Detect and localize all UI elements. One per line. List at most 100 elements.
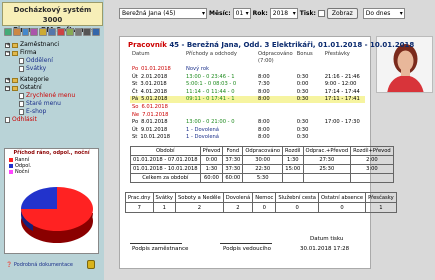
attendance-row[interactable]: Út 2.01.2018 13:00 - 0 23:46 - 1 8:00 0:30 21… [130, 73, 365, 81]
document-icon [19, 66, 24, 72]
navigation-tree: + Zaměstnanci − Firma Oddělení Svátky + Kategor… [5, 41, 101, 124]
cell-bonus: 0:00 [295, 80, 323, 88]
cell-date: St 10.01.2018 [130, 134, 184, 142]
attendance-row[interactable]: Út 9.01.2018 1 - Dovolená 8:00 0:30 [130, 126, 365, 134]
summary-row: 01.01.2018 - 10.01.2018 1:30 37:30 22:30 15:… [130, 164, 394, 174]
pencil-icon[interactable] [12, 28, 21, 36]
absence-header: Prac.dny Svátky Soboty a Neděle Dovolená Nem… [125, 192, 397, 203]
row-day: Čt [132, 88, 138, 95]
employee-select[interactable]: Berežná Jana (45) [119, 7, 207, 19]
pie-title: Příchod ráno, odpol., noční [13, 150, 90, 156]
sidebar-item[interactable]: Oddělení [5, 57, 101, 65]
sidebar-item[interactable]: + Kategorie [5, 76, 101, 84]
range-select[interactable]: Do dnes [362, 7, 405, 19]
refresh-icon[interactable] [21, 28, 30, 36]
sidebar-item[interactable]: Svátky [5, 65, 101, 73]
summary-col-header: Rozdíl+Převod [350, 146, 394, 156]
row-times: 5:00:1 - 0 08:03 - 0 [186, 81, 237, 88]
key-icon[interactable] [39, 28, 48, 36]
sidebar-item[interactable]: − Ostatní [5, 84, 101, 92]
row-worked: 8:00 [258, 126, 270, 133]
cell-worked [256, 111, 295, 119]
attendance-row[interactable]: Ne 7.01.2018 [130, 111, 365, 119]
collapse-icon[interactable]: − [5, 50, 10, 56]
attendance-row[interactable]: St 10.01.2018 1 - Dovolená 8:00 0:30 [130, 134, 365, 142]
people-icon[interactable] [30, 28, 39, 36]
summary-cell: 37:30 [222, 164, 244, 174]
attendance-row[interactable]: Po 8.01.2018 13:00 - 0 21:00 - 0 8:00 0:30 17… [130, 118, 365, 126]
document-icon[interactable] [92, 28, 100, 36]
month-select[interactable]: 01 [232, 7, 251, 19]
sidebar-item[interactable]: E-shop [5, 108, 101, 116]
print-label: Tisk: [299, 9, 316, 17]
toolbar-icons [4, 28, 100, 38]
attendance-row[interactable]: Čt 4.01.2018 11:14 - 0 11:44 - 0 8:00 0:30 17… [130, 88, 365, 96]
summary-cell: 0:00 [199, 155, 224, 165]
expand-icon[interactable]: + [5, 42, 10, 48]
cell-breaks [323, 134, 365, 142]
print-icon[interactable] [83, 28, 92, 36]
summary-cell: 1:30 [199, 164, 224, 174]
summary-cell: 3:00 [350, 164, 394, 174]
row-date: 01.01.2018 [141, 65, 171, 72]
sidebar-item-label: Odhlásit [12, 116, 37, 123]
attendance-row[interactable]: So 6.01.2018 [130, 103, 365, 111]
sidebar-item[interactable]: − Firma [5, 49, 101, 57]
col-prestavky: Přestávky [324, 50, 350, 57]
row-bonus: 0:30 [296, 88, 309, 95]
row-date: 9.01.2018 [140, 126, 168, 133]
question-icon: ❓ [6, 262, 13, 268]
col-odpracovano: Odpracováno [258, 50, 293, 57]
box-icon[interactable] [65, 28, 74, 36]
row-breaks: 9:00 - 12:00 [324, 81, 357, 88]
sidebar-item-label: Zaměstnanci [20, 41, 60, 48]
col-bonus: Bonus [296, 50, 313, 57]
home-icon[interactable] [4, 28, 12, 36]
row-times: 13:00 - 0 23:46 - 1 [186, 73, 235, 80]
cell-date: So 6.01.2018 [130, 103, 184, 111]
cell-worked: 7:30 [256, 80, 295, 88]
sidebar-item[interactable]: Zrychlené menu [5, 92, 101, 100]
absence-col-header: Dovolená [222, 192, 254, 203]
pie-chart [21, 187, 94, 243]
absence-col-header: Prac.dny [125, 192, 154, 203]
cell-date: Pá 5.01.2018 [130, 95, 184, 104]
print-checkbox[interactable] [317, 9, 325, 17]
sidebar-item[interactable]: + Zaměstnanci [5, 41, 101, 49]
show-button[interactable]: Zobraz [326, 7, 358, 19]
year-label: Rok: [252, 9, 268, 17]
cell-date: Út 9.01.2018 [130, 126, 184, 134]
row-day: Ne [132, 111, 140, 118]
cell-date: Po 8.01.2018 [130, 118, 184, 126]
absence-cell: 1 [365, 202, 397, 213]
attendance-row[interactable]: Pá 5.01.2018 09:11 - 0 17:41 - 1 8:00 0:30 17… [130, 95, 365, 104]
calendar-icon[interactable] [56, 28, 65, 36]
absence-col-header: Přesčasky [365, 192, 397, 203]
attendance-row[interactable]: St 3.01.2018 5:00:1 - 0 08:03 - 0 7:30 0:00 9… [130, 80, 365, 88]
attendance-row[interactable]: Po 01.01.2018 Nový rok [130, 65, 365, 73]
summary-cell: 5:30 [242, 173, 284, 183]
documentation-link[interactable]: ❓ Podrobná dokumentace [6, 262, 73, 268]
filter-bar: Berežná Jana (45) Měsíc: 01 Rok: 2018 Ti… [119, 6, 432, 20]
lock-icon[interactable] [87, 260, 95, 269]
sidebar-item[interactable]: Staré menu [5, 100, 101, 108]
year-select[interactable]: 2018 [269, 7, 298, 19]
cell-date: Út 2.01.2018 [130, 73, 184, 81]
sidebar-item[interactable]: Odhlásit [5, 116, 101, 124]
summary-cell: 2:00 [350, 155, 394, 165]
row-breaks: 17:11 - 17:41 [324, 96, 360, 103]
settings-icon[interactable] [74, 28, 83, 36]
user-icon[interactable] [48, 28, 56, 36]
sidebar-item-label: Zrychlené menu [26, 92, 76, 99]
row-worked: 8:00 [258, 88, 270, 95]
cell-bonus: 0:30 [295, 134, 323, 142]
cell-times: 13:00 - 0 21:00 - 0 [184, 118, 256, 126]
row-times: 1 - Dovolená [186, 134, 219, 141]
row-day: Út [132, 126, 138, 133]
cell-bonus: 0:30 [294, 95, 323, 104]
expand-icon[interactable]: + [5, 77, 10, 83]
folder-icon [12, 85, 18, 91]
collapse-icon[interactable]: − [5, 85, 10, 91]
summary-cell [282, 173, 304, 183]
summary-col-header: Převod [199, 146, 224, 156]
